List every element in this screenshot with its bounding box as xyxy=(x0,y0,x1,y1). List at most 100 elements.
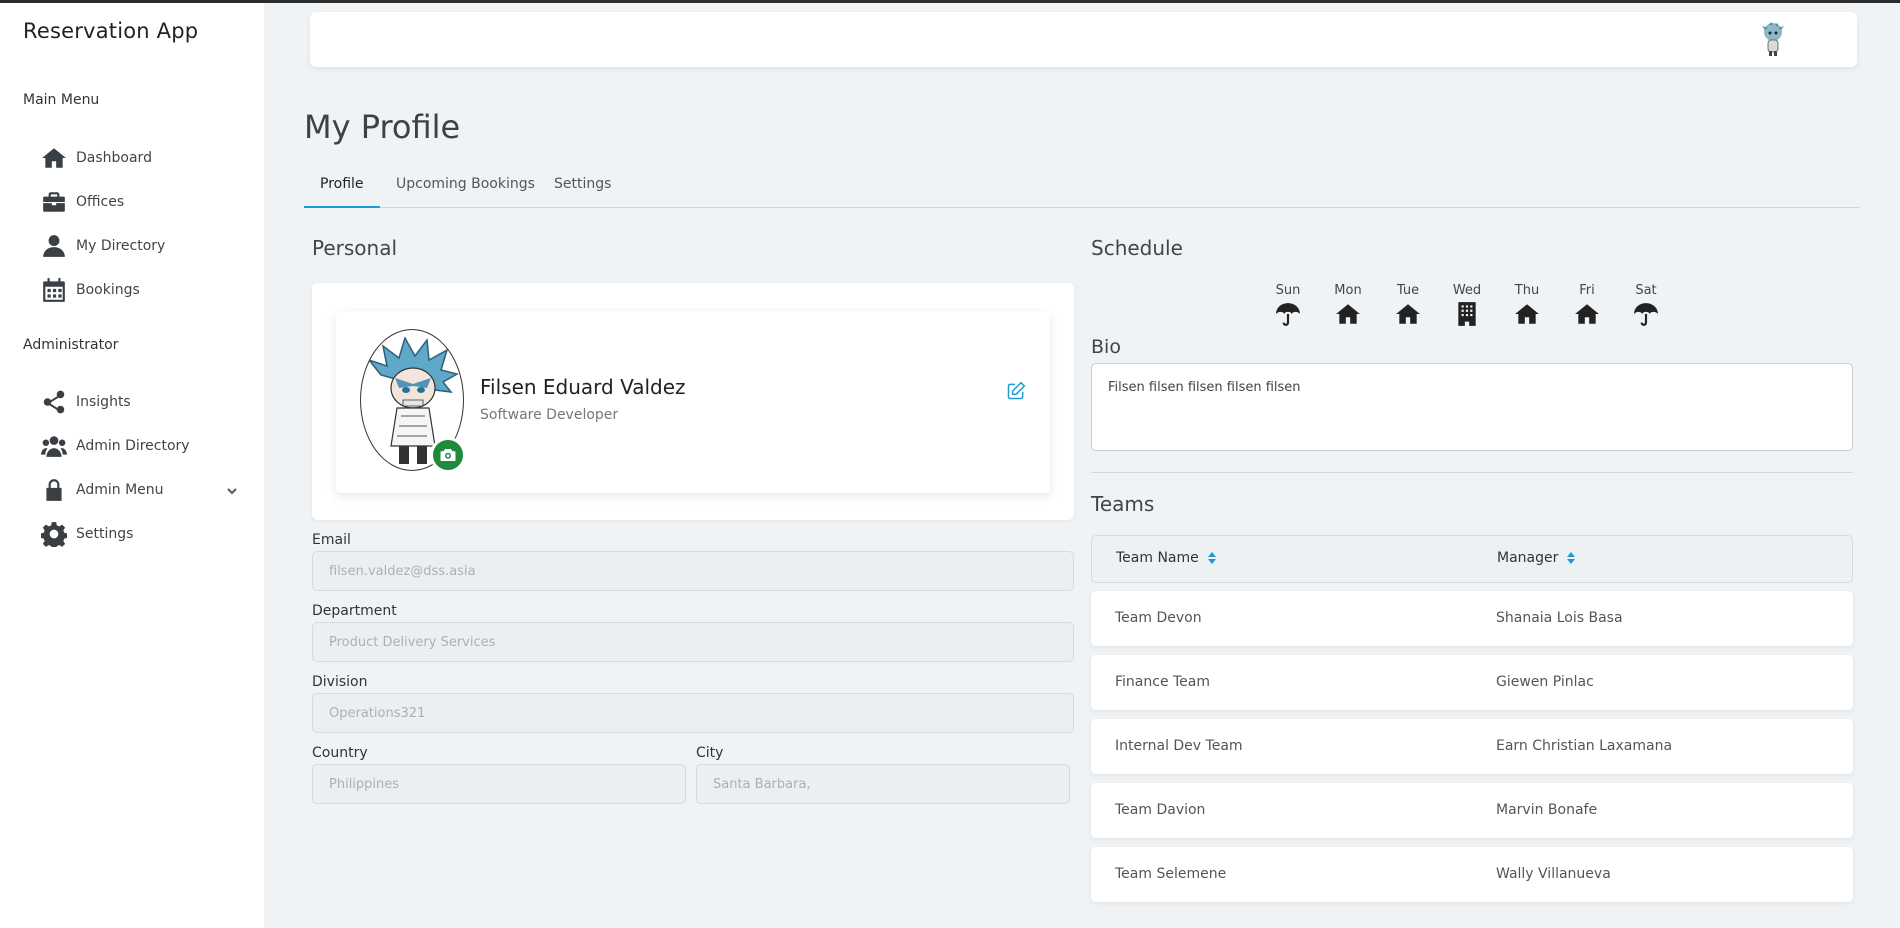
schedule-day-wed: Wed xyxy=(1443,283,1491,331)
profile-name: Filsen Eduard Valdez xyxy=(480,375,686,399)
sidebar-item-settings[interactable]: Settings xyxy=(40,517,240,551)
column-header-manager[interactable]: Manager xyxy=(1497,550,1576,566)
divider xyxy=(1091,472,1853,473)
sidebar-item-admin-directory[interactable]: Admin Directory xyxy=(40,429,240,463)
briefcase-icon xyxy=(40,188,68,216)
day-label: Wed xyxy=(1452,283,1482,298)
tab-settings[interactable]: Settings xyxy=(538,172,627,208)
column-header-team-name[interactable]: Team Name xyxy=(1116,550,1217,566)
app-title: Reservation App xyxy=(23,19,199,43)
team-name-cell: Finance Team xyxy=(1115,674,1211,690)
table-row[interactable]: Internal Dev Team Earn Christian Laxaman… xyxy=(1091,719,1853,774)
user-icon xyxy=(40,232,68,260)
administrator-label: Administrator xyxy=(23,337,119,353)
schedule-day-fri: Fri xyxy=(1563,283,1611,331)
column-label: Team Name xyxy=(1116,550,1199,566)
calendar-icon xyxy=(40,276,68,304)
day-label: Thu xyxy=(1514,283,1540,298)
top-header xyxy=(310,12,1857,67)
sidebar-item-my-directory[interactable]: My Directory xyxy=(40,229,240,263)
profile-card-inner: Filsen Eduard Valdez Software Developer xyxy=(336,311,1050,493)
schedule-day-sun: Sun xyxy=(1264,283,1312,331)
bio-textarea[interactable]: Filsen filsen filsen filsen filsen xyxy=(1091,363,1853,451)
manager-cell: Shanaia Lois Basa xyxy=(1496,610,1623,626)
day-label: Tue xyxy=(1396,283,1420,298)
sidebar-item-bookings[interactable]: Bookings xyxy=(40,273,240,307)
edit-profile-icon[interactable] xyxy=(1006,381,1028,403)
sidebar-item-offices[interactable]: Offices xyxy=(40,185,240,219)
team-name-cell: Team Devon xyxy=(1115,610,1202,626)
building-icon xyxy=(1443,301,1491,331)
bio-heading: Bio xyxy=(1091,336,1121,358)
sidebar-item-label: Bookings xyxy=(76,282,140,298)
sidebar: Reservation App Main Menu Dashboard Offi… xyxy=(0,3,264,928)
home-icon xyxy=(1503,301,1551,331)
manager-cell: Marvin Bonafe xyxy=(1496,802,1598,818)
sidebar-item-label: Admin Menu xyxy=(76,482,164,498)
manager-cell: Earn Christian Laxamana xyxy=(1496,738,1673,754)
tab-upcoming-bookings[interactable]: Upcoming Bookings xyxy=(380,172,551,208)
share-icon xyxy=(40,388,68,416)
main-menu-label: Main Menu xyxy=(23,92,100,108)
sidebar-item-admin-menu[interactable]: Admin Menu xyxy=(40,473,240,507)
team-name-cell: Team Davion xyxy=(1115,802,1206,818)
email-field[interactable]: filsen.valdez@dss.asia xyxy=(312,551,1074,591)
team-name-cell: Team Selemene xyxy=(1115,866,1227,882)
home-icon xyxy=(1324,301,1372,331)
teams-table-header: Team Name Manager xyxy=(1091,535,1853,583)
day-label: Sun xyxy=(1275,283,1301,298)
profile-card: Filsen Eduard Valdez Software Developer xyxy=(312,283,1074,520)
country-label: Country xyxy=(312,745,368,761)
team-name-cell: Internal Dev Team xyxy=(1115,738,1243,754)
day-label: Fri xyxy=(1579,283,1595,298)
schedule-heading: Schedule xyxy=(1091,236,1183,260)
sidebar-item-label: Settings xyxy=(76,526,134,542)
umbrella-icon xyxy=(1622,301,1670,331)
country-field[interactable]: Philippines xyxy=(312,764,686,804)
table-row[interactable]: Team Devon Shanaia Lois Basa xyxy=(1091,591,1853,646)
sidebar-item-label: Offices xyxy=(76,194,125,210)
home-icon xyxy=(1384,301,1432,331)
change-photo-button[interactable] xyxy=(430,437,466,473)
column-label: Manager xyxy=(1497,550,1559,566)
sidebar-item-insights[interactable]: Insights xyxy=(40,385,240,419)
sidebar-item-label: Insights xyxy=(76,394,131,410)
user-avatar[interactable] xyxy=(1759,22,1787,56)
personal-heading: Personal xyxy=(312,236,398,260)
sidebar-item-label: My Directory xyxy=(76,238,166,254)
schedule-day-thu: Thu xyxy=(1503,283,1551,331)
camera-icon xyxy=(440,449,456,461)
profile-tabs: Profile Upcoming Bookings Settings xyxy=(304,172,1860,208)
sidebar-item-dashboard[interactable]: Dashboard xyxy=(40,141,240,175)
avatar xyxy=(360,329,466,473)
chevron-down-icon[interactable] xyxy=(226,482,240,496)
manager-cell: Giewen Pinlac xyxy=(1496,674,1594,690)
email-label: Email xyxy=(312,532,351,548)
page-title: My Profile xyxy=(304,108,461,146)
city-label: City xyxy=(696,745,724,761)
home-icon xyxy=(1563,301,1611,331)
manager-cell: Wally Villanueva xyxy=(1496,866,1611,882)
window-top-strip xyxy=(0,0,1900,3)
schedule-day-mon: Mon xyxy=(1324,283,1372,331)
day-label: Mon xyxy=(1334,283,1362,298)
gear-icon xyxy=(40,520,68,548)
division-field[interactable]: Operations321 xyxy=(312,693,1074,733)
table-row[interactable]: Team Davion Marvin Bonafe xyxy=(1091,783,1853,838)
home-icon xyxy=(40,144,68,172)
tab-profile[interactable]: Profile xyxy=(304,172,380,208)
department-label: Department xyxy=(312,603,397,619)
sort-icon xyxy=(1567,552,1576,564)
users-icon xyxy=(40,432,68,460)
schedule-day-tue: Tue xyxy=(1384,283,1432,331)
schedule-day-sat: Sat xyxy=(1622,283,1670,331)
city-field[interactable]: Santa Barbara, xyxy=(696,764,1070,804)
table-row[interactable]: Finance Team Giewen Pinlac xyxy=(1091,655,1853,710)
division-label: Division xyxy=(312,674,368,690)
umbrella-icon xyxy=(1264,301,1312,331)
table-row[interactable]: Team Selemene Wally Villanueva xyxy=(1091,847,1853,902)
department-field[interactable]: Product Delivery Services xyxy=(312,622,1074,662)
sort-icon xyxy=(1207,552,1216,564)
lock-icon xyxy=(40,476,68,504)
sidebar-item-label: Dashboard xyxy=(76,150,152,166)
